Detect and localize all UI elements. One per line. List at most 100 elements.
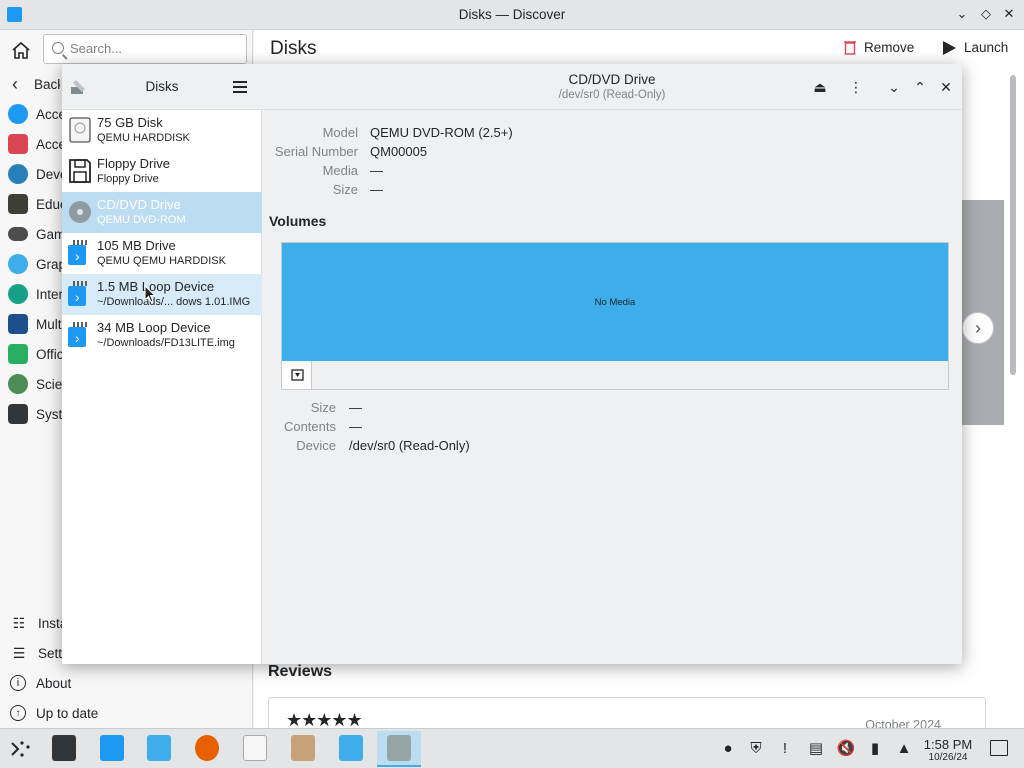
window-close-button[interactable]: ✕ xyxy=(937,78,955,96)
volume-action-button[interactable] xyxy=(282,361,312,389)
flask-icon xyxy=(8,374,28,394)
taskbar-firefox[interactable] xyxy=(185,731,229,767)
maximize-button[interactable]: ◇ xyxy=(978,6,994,22)
size-value: — xyxy=(370,182,383,197)
taskbar-text-editor[interactable] xyxy=(233,731,277,767)
about-button[interactable]: i About xyxy=(0,668,253,698)
back-arrow-icon: ‹ xyxy=(12,73,18,94)
tray-expand-icon[interactable]: ▲ xyxy=(894,739,914,759)
category-games[interactable]: Games xyxy=(0,219,62,249)
disks-sidebar: Disks 75 GB Disk QEMU HARDDISK Floppy Dr… xyxy=(62,64,262,664)
clock-time: 1:58 PM xyxy=(923,737,973,752)
clipboard-icon[interactable]: ▤ xyxy=(806,739,826,759)
hard-disk-icon xyxy=(69,117,91,143)
volume-segment[interactable]: No Media xyxy=(282,243,948,361)
firefox-icon xyxy=(195,735,219,761)
monitor-icon xyxy=(8,314,28,334)
category-graphics[interactable]: Graphics xyxy=(0,249,62,279)
trash-icon xyxy=(844,41,856,55)
volume-size-value: — xyxy=(349,400,362,415)
search-input[interactable] xyxy=(70,41,240,56)
disks-header: CD/DVD Drive /dev/sr0 (Read-Only) ⏏ ⋮ ⌄ … xyxy=(262,64,962,110)
volume-menu-icon xyxy=(291,369,304,381)
taskbar: ● ⛨ ! ▤ 🔇 ▮ ▲ 1:58 PM 10/26/24 xyxy=(0,728,1024,768)
page-title: Disks xyxy=(270,38,317,59)
serial-label: Serial Number xyxy=(274,144,358,159)
taskbar-system-settings[interactable] xyxy=(42,731,86,767)
close-button[interactable]: ✕ xyxy=(1001,6,1017,22)
back-button[interactable]: ‹ Back xyxy=(0,69,62,99)
system-icon xyxy=(8,404,28,424)
volume-contents-label: Contents xyxy=(283,419,336,434)
serial-value: QM00005 xyxy=(370,144,428,159)
size-label: Size xyxy=(332,182,358,197)
disks-window: Disks 75 GB Disk QEMU HARDDISK Floppy Dr… xyxy=(62,64,962,664)
show-desktop-icon[interactable] xyxy=(990,740,1008,756)
category-system[interactable]: System xyxy=(0,399,62,429)
drive-item-loop-1[interactable]: 1.5 MB Loop Device ~/Downloads/... dows … xyxy=(62,274,262,315)
search-icon xyxy=(52,42,64,54)
updates-button[interactable]: ↑ Up to date xyxy=(0,698,253,728)
sliders-icon: ☰ xyxy=(12,644,26,661)
category-accessories[interactable]: Accessories xyxy=(0,129,62,159)
taskbar-discover[interactable] xyxy=(90,731,134,767)
volume-contents-value: — xyxy=(349,419,362,434)
media-label: Media xyxy=(322,163,358,178)
drive-item-loop-2[interactable]: 34 MB Loop Device ~/Downloads/FD13LITE.i… xyxy=(62,315,262,356)
update-icon: ↑ xyxy=(10,705,26,721)
kebab-menu-icon[interactable]: ⋮ xyxy=(847,78,865,96)
minimize-button[interactable]: ⌄ xyxy=(954,6,970,22)
back-label: Back xyxy=(34,76,60,92)
drive-item-75gb[interactable]: 75 GB Disk QEMU HARDDISK xyxy=(62,110,262,151)
launch-label: Launch xyxy=(964,40,1009,55)
category-accessibility[interactable]: Accessibility xyxy=(0,99,62,129)
window-maximize-button[interactable]: ⌃ xyxy=(911,78,929,96)
window-title: Disks — Discover xyxy=(458,7,566,22)
notification-icon[interactable]: ! xyxy=(775,739,795,759)
usb-drive-icon xyxy=(68,240,87,265)
taskbar-folder[interactable] xyxy=(329,731,373,767)
hamburger-menu-icon[interactable] xyxy=(233,81,247,93)
usb-tray-icon[interactable]: ▮ xyxy=(865,739,885,759)
office-icon xyxy=(8,344,28,364)
clock[interactable]: 1:58 PM 10/26/24 xyxy=(920,737,976,763)
volume-muted-icon[interactable]: 🔇 xyxy=(836,739,856,759)
next-screenshot-button[interactable]: › xyxy=(962,312,994,344)
category-multimedia[interactable]: Multimedia xyxy=(0,309,62,339)
category-developer-tools[interactable]: Developer Tools xyxy=(0,159,62,189)
loop-device-icon xyxy=(68,322,87,347)
category-science[interactable]: Science xyxy=(0,369,62,399)
reviews-heading: Reviews xyxy=(268,663,333,680)
search-field[interactable] xyxy=(43,34,247,64)
home-icon[interactable] xyxy=(10,40,32,60)
network-icon[interactable]: ● xyxy=(718,739,738,759)
launch-button[interactable]: Launch xyxy=(942,40,1008,55)
shield-icon[interactable]: ⛨ xyxy=(746,739,766,759)
disks-icon xyxy=(387,735,411,761)
scrollbar[interactable] xyxy=(1010,75,1016,375)
category-office[interactable]: Office xyxy=(0,339,62,369)
taskbar-package[interactable] xyxy=(281,731,325,767)
remove-button[interactable]: Remove xyxy=(844,40,914,55)
mouse-cursor-icon xyxy=(144,285,156,303)
sidebar-header: Disks xyxy=(62,64,262,110)
category-internet[interactable]: Internet xyxy=(0,279,62,309)
remove-label: Remove xyxy=(864,40,915,55)
text-editor-icon xyxy=(243,735,267,761)
eject-icon[interactable]: ⏏ xyxy=(811,78,829,96)
application-launcher-icon[interactable] xyxy=(10,739,32,759)
info-icon: i xyxy=(10,675,26,691)
gamepad-icon xyxy=(8,227,28,241)
drive-item-105mb[interactable]: 105 MB Drive QEMU QEMU HARDDISK xyxy=(62,233,262,274)
system-settings-icon xyxy=(52,735,76,761)
package-icon xyxy=(291,735,315,761)
drive-item-cd-dvd[interactable]: CD/DVD Drive QEMU DVD-ROM xyxy=(62,192,262,233)
toolbox-icon xyxy=(8,134,28,154)
category-education[interactable]: Education xyxy=(0,189,62,219)
loop-device-icon xyxy=(68,281,87,306)
window-minimize-button[interactable]: ⌄ xyxy=(885,78,903,96)
clock-date: 10/26/24 xyxy=(928,752,968,763)
taskbar-dolphin[interactable] xyxy=(137,731,181,767)
drive-item-floppy[interactable]: Floppy Drive Floppy Drive xyxy=(62,151,262,192)
taskbar-disks[interactable] xyxy=(377,731,421,767)
